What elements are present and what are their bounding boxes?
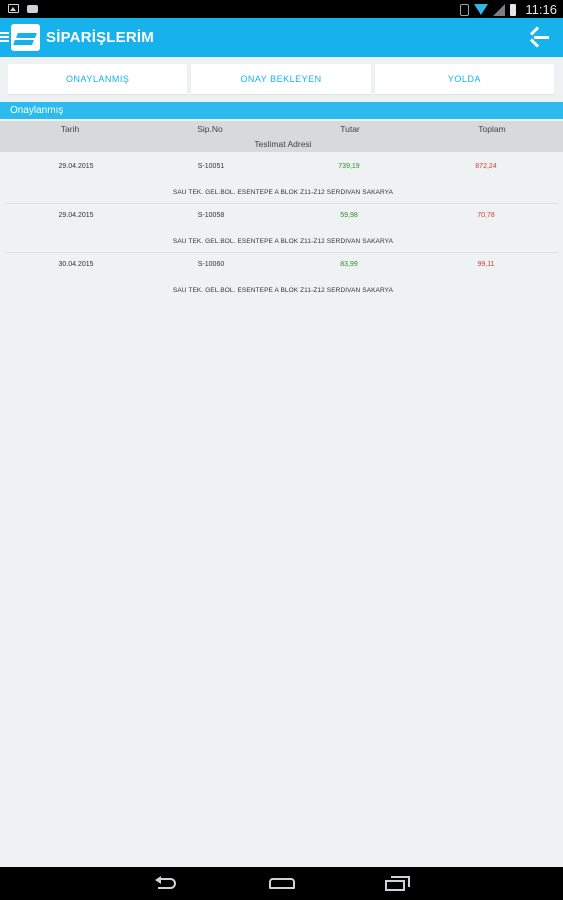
tab-yolda[interactable]: YOLDA bbox=[374, 64, 554, 94]
order-status-tabs: ONAYLANMIŞ ONAY BEKLEYEN YOLDA bbox=[8, 64, 554, 94]
status-time: 11:16 bbox=[525, 2, 557, 17]
battery-icon bbox=[510, 3, 517, 16]
table-header: Tarih Sip.No Tutar Toplam Teslimat Adres… bbox=[0, 121, 563, 152]
header-toplam: Toplam bbox=[478, 124, 506, 134]
status-bar: 11:16 bbox=[0, 0, 563, 18]
menu-icon[interactable] bbox=[0, 32, 9, 43]
cell-tutar: 739,19 bbox=[338, 163, 360, 170]
cell-address: SAU TEK. GEL.BOL. ESENTEPE A BLOK Z11-Z1… bbox=[172, 238, 394, 245]
cell-address: SAU TEK. GEL.BOL. ESENTEPE A BLOK Z11-Z1… bbox=[172, 287, 394, 294]
tab-onaylanmis[interactable]: ONAYLANMIŞ bbox=[8, 64, 188, 94]
back-arrow-icon[interactable] bbox=[529, 26, 549, 48]
cell-toplam: 70,78 bbox=[477, 212, 495, 219]
cell-toplam: 99,11 bbox=[477, 261, 495, 268]
table-row[interactable]: 29.04.2015 S-10051 739,19 872,24 SAU TEK… bbox=[0, 154, 563, 204]
page-title: SİPARİŞLERİM bbox=[46, 29, 154, 46]
section-title: Onaylanmış bbox=[0, 102, 563, 119]
recent-apps-icon[interactable] bbox=[385, 876, 411, 892]
back-nav-icon[interactable] bbox=[155, 876, 181, 892]
cell-address: SAU TEK. GEL.BOL. ESENTEPE A BLOK Z11-Z1… bbox=[172, 189, 394, 196]
image-icon bbox=[8, 4, 19, 13]
system-nav-bar bbox=[0, 867, 563, 900]
signal-icon bbox=[493, 3, 506, 16]
table-row[interactable]: 29.04.2015 S-10058 59,98 70,78 SAU TEK. … bbox=[0, 203, 563, 253]
cell-sipno: S-10058 bbox=[197, 212, 225, 219]
action-bar: SİPARİŞLERİM bbox=[0, 18, 563, 57]
tab-onay-bekleyen[interactable]: ONAY BEKLEYEN bbox=[191, 64, 371, 94]
wifi-icon bbox=[474, 4, 489, 15]
header-tarih: Tarih bbox=[60, 124, 80, 134]
header-tutar: Tutar bbox=[340, 124, 360, 134]
cell-tarih: 30.04.2015 bbox=[58, 261, 94, 268]
header-teslimat-adresi: Teslimat Adresi bbox=[254, 139, 312, 149]
home-nav-icon[interactable] bbox=[269, 876, 295, 892]
cell-tarih: 29.04.2015 bbox=[58, 163, 94, 170]
cell-tutar: 83,99 bbox=[340, 261, 358, 268]
header-sipno: Sip.No bbox=[197, 124, 223, 134]
cell-sipno: S-10060 bbox=[197, 261, 225, 268]
cell-toplam: 872,24 bbox=[475, 163, 497, 170]
app-logo-icon[interactable] bbox=[11, 24, 40, 51]
cell-sipno: S-10051 bbox=[197, 163, 225, 170]
table-row[interactable]: 30.04.2015 S-10060 83,99 99,11 SAU TEK. … bbox=[0, 252, 563, 302]
cell-tarih: 29.04.2015 bbox=[58, 212, 94, 219]
vibrate-icon bbox=[460, 3, 470, 16]
message-icon bbox=[27, 5, 38, 13]
cell-tutar: 59,98 bbox=[340, 212, 358, 219]
